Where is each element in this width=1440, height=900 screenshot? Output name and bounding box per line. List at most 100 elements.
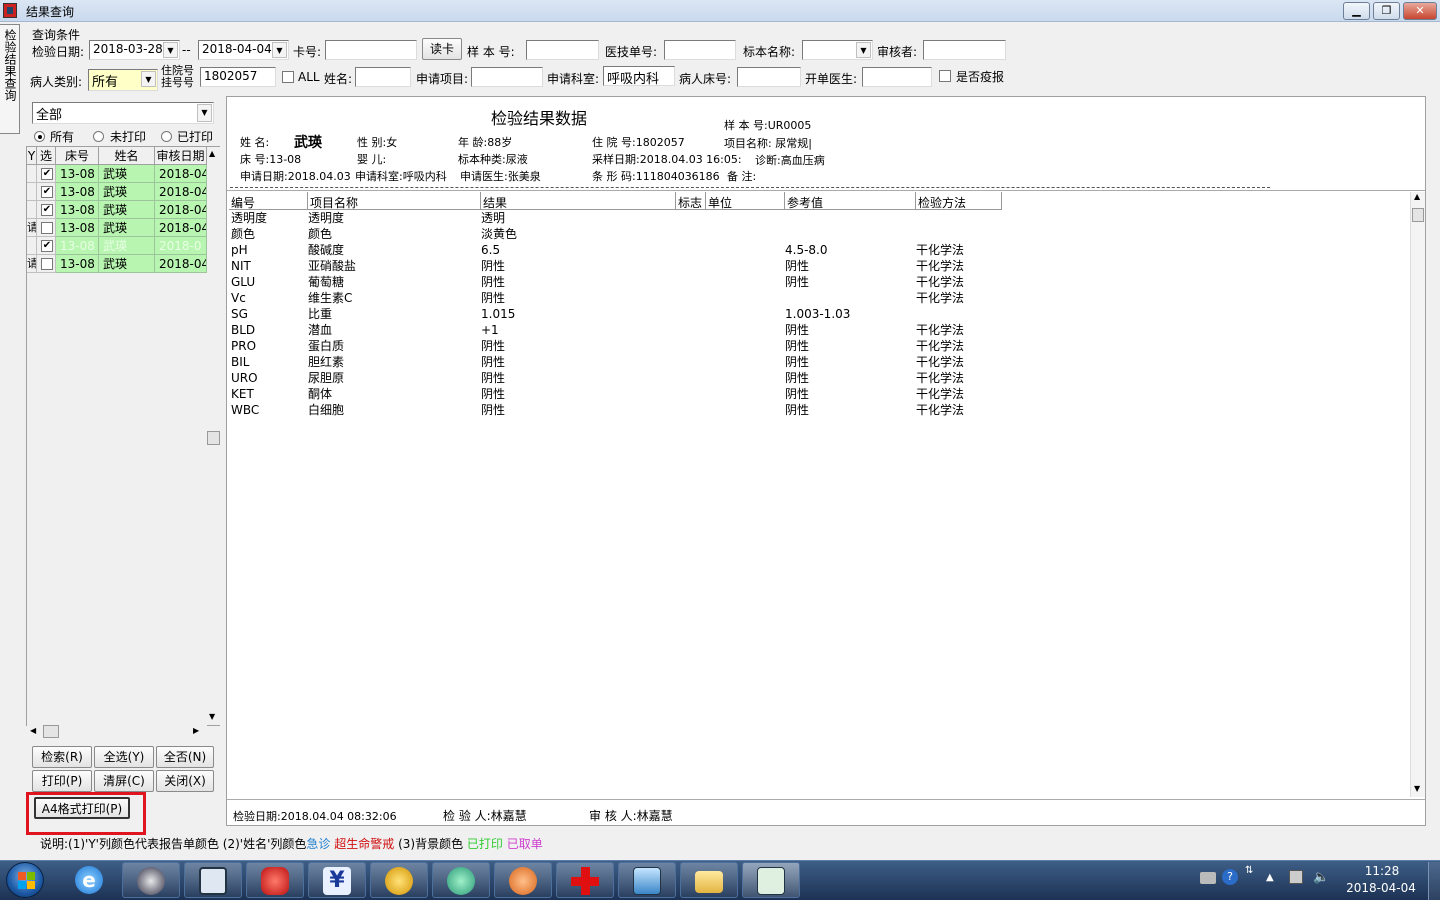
bed-input[interactable] xyxy=(737,67,801,87)
gold-coin-icon[interactable] xyxy=(370,862,428,898)
network-icon[interactable] xyxy=(432,862,490,898)
epidemic-checkbox[interactable] xyxy=(939,70,951,82)
date-from-picker[interactable]: 2018-03-28 ▼ xyxy=(89,40,180,60)
row-checkbox[interactable]: ✔ xyxy=(41,204,53,216)
row-select-cell[interactable]: ✔ xyxy=(37,183,56,201)
cell-code: 颜色 xyxy=(231,227,256,241)
list-item[interactable]: 请 13-08 武瑛 2018-04 xyxy=(27,255,207,273)
cell-method: 干化学法 xyxy=(916,275,965,289)
request-item-input[interactable] xyxy=(471,67,543,87)
read-card-button[interactable]: 读卡 xyxy=(422,38,462,60)
a4-print-button[interactable]: A4格式打印(P) xyxy=(34,797,130,819)
tech-no-input[interactable] xyxy=(664,40,736,60)
report-vscrollbar[interactable]: ▲ ▼ xyxy=(1410,192,1425,797)
doctor-input[interactable] xyxy=(862,67,932,87)
sample-no-input[interactable] xyxy=(526,40,599,60)
row-checkbox[interactable]: ✔ xyxy=(41,186,53,198)
person-card-icon[interactable] xyxy=(742,862,800,898)
minimize-button[interactable]: ▁ xyxy=(1343,2,1370,20)
scroll-right-icon[interactable]: ▶ xyxy=(193,726,199,735)
clock-time[interactable]: 11:28 xyxy=(1347,864,1417,878)
clock-date[interactable]: 2018-04-04 xyxy=(1345,881,1417,895)
select-none-button[interactable]: 全否(N) xyxy=(156,746,214,768)
row-checkbox[interactable] xyxy=(41,258,53,270)
volume-muted-icon[interactable]: 🔈 xyxy=(1313,870,1329,885)
side-tab[interactable]: 检验结果查询 xyxy=(0,24,20,134)
compass-icon[interactable] xyxy=(122,862,180,898)
row-select-cell[interactable]: ✔ xyxy=(37,165,56,183)
list-vscroll-thumb[interactable] xyxy=(207,431,220,445)
scroll-down-icon[interactable]: ▼ xyxy=(209,712,215,721)
maximize-button[interactable]: ❐ xyxy=(1373,2,1400,20)
list-item[interactable]: ✔ 13-08 武瑛 2018-04 xyxy=(27,183,207,201)
patient-type-select[interactable]: 所有 ▼ xyxy=(88,69,158,91)
print-button[interactable]: 打印(P) xyxy=(32,770,92,792)
table-row: WBC 白细胞 阴性 阴性 干化学法 xyxy=(231,402,1031,418)
scroll-left-icon[interactable]: ◀ xyxy=(30,726,36,735)
show-desktop-button[interactable] xyxy=(1428,862,1440,900)
tray-expand-icon[interactable]: ▲ xyxy=(1266,872,1274,883)
col-name-header[interactable]: 姓名 xyxy=(99,147,155,165)
orange-app-icon[interactable] xyxy=(494,862,552,898)
radio-all[interactable] xyxy=(34,131,45,142)
col-select-header[interactable]: 选 xyxy=(37,147,56,165)
reviewer-input[interactable] xyxy=(923,40,1006,60)
row-checkbox[interactable]: ✔ xyxy=(41,168,53,180)
row-select-cell[interactable] xyxy=(37,255,56,273)
sample-name-select[interactable]: ▼ xyxy=(802,40,873,60)
list-item[interactable]: ✔ 13-08 武瑛 2018-04 xyxy=(27,201,207,219)
database-tool-icon[interactable] xyxy=(184,862,242,898)
inpatient-input[interactable]: 1802057 xyxy=(200,67,276,87)
list-hscroll-thumb[interactable] xyxy=(43,725,59,738)
row-name-cell: 武瑛 xyxy=(99,165,155,183)
col-flag-header: 标志 xyxy=(678,196,703,210)
patient-list[interactable]: Y 选 床号 姓名 审核日期 ✔ 13-08 武瑛 2018-04 ✔ 13-08 武瑛 20… xyxy=(26,146,220,739)
radio-printed[interactable] xyxy=(161,131,172,142)
red-cross-icon[interactable] xyxy=(556,862,614,898)
list-item[interactable]: ✔ 13-08 武瑛 2018-04 xyxy=(27,165,207,183)
card-input[interactable] xyxy=(325,40,417,60)
keyboard-icon[interactable] xyxy=(1200,872,1216,884)
cell-code: Vc xyxy=(231,291,246,305)
request-dept-input[interactable]: 呼吸内科 xyxy=(603,66,675,86)
row-checkbox[interactable] xyxy=(41,222,53,234)
tray-arrows-icon[interactable]: ⇅ xyxy=(1245,866,1253,876)
folder-icon[interactable] xyxy=(680,862,738,898)
report-vscroll-thumb[interactable] xyxy=(1412,208,1424,222)
request-date: 申请日期:2018.04.03 xyxy=(240,170,351,183)
start-orb-icon[interactable] xyxy=(6,862,44,898)
search-button[interactable]: 检索(R) xyxy=(32,746,92,768)
network-tray-icon[interactable] xyxy=(1289,870,1303,884)
list-hscrollbar[interactable]: ◀ ▶ xyxy=(27,725,207,739)
name-input[interactable] xyxy=(355,67,411,87)
select-all-button[interactable]: 全选(Y) xyxy=(94,746,154,768)
close-panel-button[interactable]: 关闭(X) xyxy=(156,770,214,792)
row-checkbox[interactable]: ✔ xyxy=(41,240,53,252)
close-button[interactable]: ✕ xyxy=(1403,2,1437,20)
ie-icon[interactable]: e xyxy=(61,862,119,898)
scroll-up-icon[interactable]: ▲ xyxy=(209,149,215,158)
card-label: 卡号: xyxy=(293,45,322,59)
scroll-down-icon[interactable]: ▼ xyxy=(1414,784,1420,793)
cell-item: 酮体 xyxy=(308,387,333,401)
row-select-cell[interactable]: ✔ xyxy=(37,201,56,219)
col-bed-header[interactable]: 床号 xyxy=(56,147,99,165)
filter-select[interactable]: 全部 ▼ xyxy=(32,102,214,124)
row-select-cell[interactable]: ✔ xyxy=(37,237,56,255)
list-item[interactable]: ✔ 13-08 武瑛 2018-0 xyxy=(27,237,207,255)
yen-icon[interactable]: ¥ xyxy=(308,862,366,898)
row-select-cell[interactable] xyxy=(37,219,56,237)
col-y-header[interactable]: Y xyxy=(27,147,37,165)
cell-method: 干化学法 xyxy=(916,387,965,401)
remote-desktop-icon[interactable] xyxy=(618,862,676,898)
list-vscrollbar[interactable]: ▲ ▼ xyxy=(207,147,220,725)
all-checkbox[interactable] xyxy=(282,71,294,83)
scroll-up-icon[interactable]: ▲ xyxy=(1414,192,1420,201)
red-app-icon[interactable] xyxy=(246,862,304,898)
list-item[interactable]: 请 13-08 武瑛 2018-04 xyxy=(27,219,207,237)
clear-button[interactable]: 清屏(C) xyxy=(94,770,154,792)
radio-unprinted[interactable] xyxy=(93,131,104,142)
date-to-picker[interactable]: 2018-04-04 ▼ xyxy=(198,40,289,60)
help-icon[interactable]: ? xyxy=(1222,869,1238,885)
col-date-header[interactable]: 审核日期 xyxy=(155,147,207,165)
